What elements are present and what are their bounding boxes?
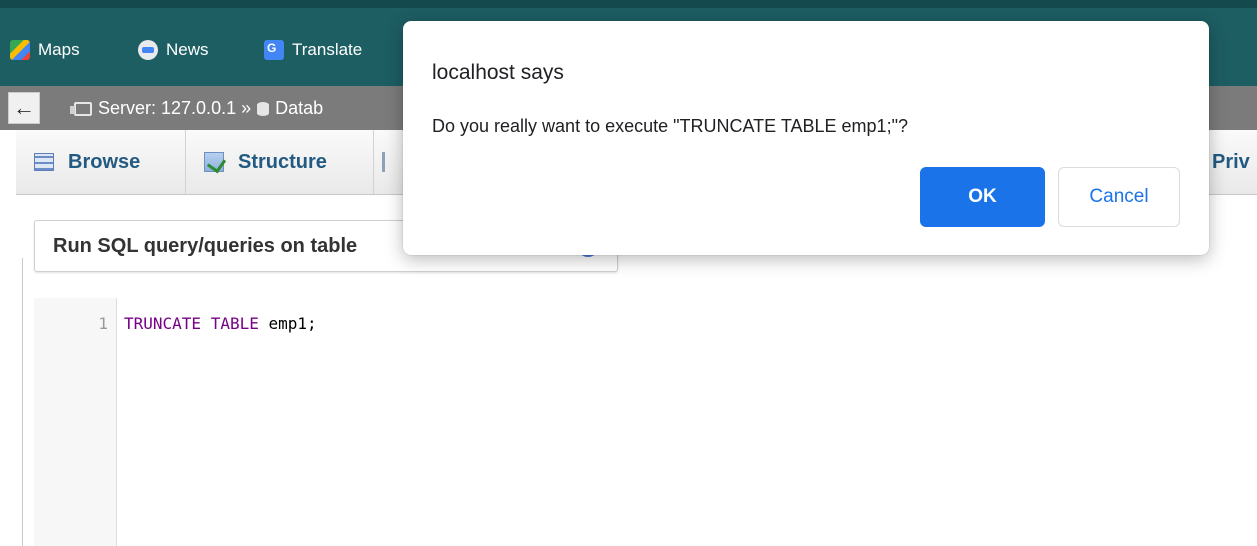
tab-label: Browse <box>68 150 141 173</box>
translate-icon <box>264 40 284 60</box>
editor-gutter: 1 <box>34 298 117 546</box>
line-number: 1 <box>98 314 108 333</box>
fieldset-border <box>22 258 23 546</box>
maps-icon <box>10 40 30 60</box>
breadcrumb-server[interactable]: Server: 127.0.0.1 » <box>98 98 251 119</box>
tab-browse[interactable]: Browse <box>18 130 186 194</box>
tab-privileges[interactable]: Priv <box>1208 130 1257 194</box>
tab-structure[interactable]: Structure <box>188 130 374 194</box>
dialog-message: Do you really want to execute "TRUNCATE … <box>432 116 908 136</box>
ok-button[interactable]: OK <box>920 167 1045 227</box>
bookmark-label: Translate <box>292 40 363 59</box>
confirm-dialog: localhost says Do you really want to exe… <box>403 21 1209 255</box>
sql-icon <box>382 152 393 172</box>
breadcrumb: Server: 127.0.0.1 » Datab <box>70 98 323 119</box>
breadcrumb-database[interactable]: Datab <box>275 98 323 119</box>
bookmark-maps[interactable]: Maps <box>10 34 80 66</box>
bookmark-news[interactable]: News <box>138 34 209 66</box>
code-line[interactable]: TRUNCATE TABLE emp1; <box>124 314 317 333</box>
sql-identifier: emp1; <box>268 314 317 333</box>
tab-sql[interactable] <box>374 130 404 194</box>
dialog-title: localhost says <box>432 61 564 84</box>
bookmark-label: Maps <box>38 40 80 59</box>
left-margin <box>0 194 16 546</box>
bookmark-label: News <box>166 40 209 59</box>
window-top-strip <box>0 0 1257 8</box>
cancel-button[interactable]: Cancel <box>1058 167 1180 227</box>
news-icon <box>138 40 158 60</box>
server-icon <box>70 101 92 116</box>
tab-label: Priv <box>1212 150 1250 173</box>
bookmark-translate[interactable]: Translate <box>264 34 362 66</box>
database-icon <box>257 101 270 116</box>
sql-keyword: TRUNCATE <box>124 314 202 333</box>
sql-keyword: TABLE <box>210 314 259 333</box>
back-arrow-icon[interactable]: ← <box>8 92 40 124</box>
sql-editor[interactable]: 1 TRUNCATE TABLE emp1; <box>34 298 1257 546</box>
table-icon <box>34 153 54 171</box>
structure-icon <box>204 152 224 172</box>
tab-label: Structure <box>238 150 327 173</box>
